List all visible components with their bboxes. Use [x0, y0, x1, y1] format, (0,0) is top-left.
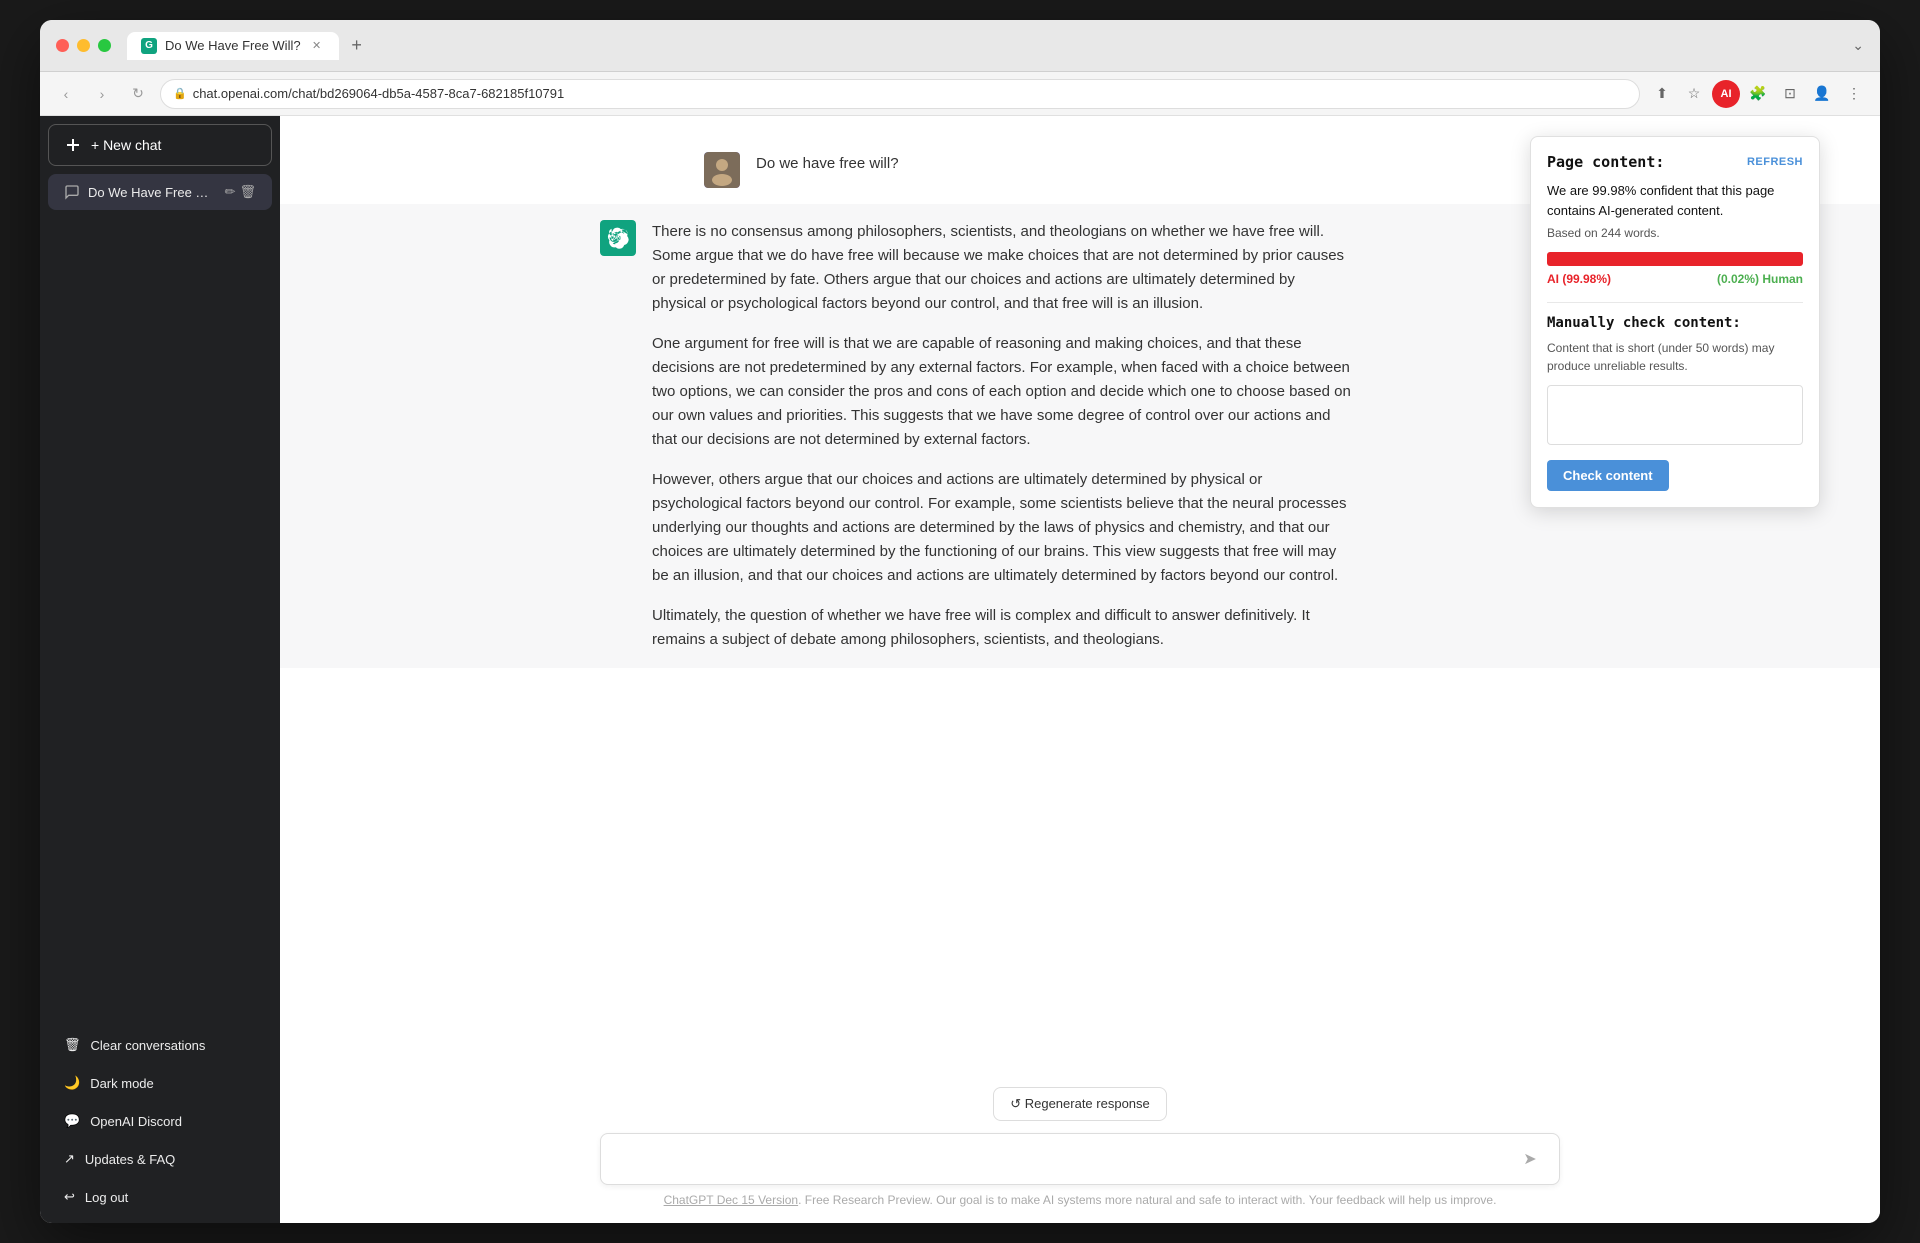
dark-mode-label: Dark mode: [90, 1076, 154, 1091]
chat-icon: [64, 184, 80, 200]
delete-icon[interactable]: 🗑: [239, 184, 256, 200]
manual-check-desc: Content that is short (under 50 words) m…: [1547, 339, 1803, 375]
discord-button[interactable]: 💬 OpenAI Discord: [48, 1103, 272, 1139]
forward-button[interactable]: ›: [88, 80, 116, 108]
chat-area: Do we have free will? There is no consen…: [280, 116, 1880, 1223]
url-text: chat.openai.com/chat/bd269064-db5a-4587-…: [193, 86, 565, 101]
new-chat-button[interactable]: + New chat: [48, 124, 272, 166]
addressbar: ‹ › ↻ 🔒 chat.openai.com/chat/bd269064-db…: [40, 72, 1880, 116]
chat-input[interactable]: [615, 1147, 1515, 1171]
manual-check-title: Manually check content:: [1547, 315, 1803, 331]
gpt-avatar: [600, 220, 636, 256]
share-icon[interactable]: ⬆: [1648, 80, 1676, 108]
clear-conversations-button[interactable]: 🗑 Clear conversations: [48, 1027, 272, 1063]
clear-conversations-label: Clear conversations: [91, 1038, 206, 1053]
logout-label: Log out: [85, 1190, 128, 1205]
reload-button[interactable]: ↻: [124, 80, 152, 108]
sidebar: + New chat Do We Have Free Will... ✏ 🗑 🗑…: [40, 116, 280, 1223]
traffic-lights: [56, 39, 111, 52]
discord-icon: 💬: [64, 1113, 80, 1129]
history-item-actions: ✏ 🗑: [225, 184, 256, 200]
user-avatar: [704, 152, 740, 188]
assistant-paragraph-4: Ultimately, the question of whether we h…: [652, 604, 1352, 652]
assistant-message-content: There is no consensus among philosophers…: [652, 220, 1352, 652]
popup-title: Page content:: [1547, 153, 1664, 171]
faq-button[interactable]: ↗ Updates & FAQ: [48, 1141, 272, 1177]
refresh-button[interactable]: REFRESH: [1747, 156, 1803, 168]
user-avatar-svg: [704, 152, 740, 188]
faq-label: Updates & FAQ: [85, 1152, 175, 1167]
input-area: ➤: [600, 1133, 1560, 1185]
content-check-popup: Page content: REFRESH We are 99.98% conf…: [1530, 136, 1820, 508]
trash-icon: 🗑: [64, 1037, 81, 1053]
new-chat-label: + New chat: [91, 137, 161, 153]
addressbar-actions: ⬆ ☆ AI 🧩 ⊡ 👤 ⋮: [1648, 80, 1868, 108]
openai-logo: [607, 227, 629, 249]
split-view-icon[interactable]: ⊡: [1776, 80, 1804, 108]
assistant-paragraph-3: However, others argue that our choices a…: [652, 468, 1352, 588]
footer-note: ChatGPT Dec 15 Version. Free Research Pr…: [600, 1193, 1560, 1207]
discord-label: OpenAI Discord: [90, 1114, 182, 1129]
content-area: + New chat Do We Have Free Will... ✏ 🗑 🗑…: [40, 116, 1880, 1223]
moon-icon: 🌙: [64, 1075, 80, 1091]
sidebar-bottom: 🗑 Clear conversations 🌙 Dark mode 💬 Open…: [48, 1027, 272, 1215]
back-button[interactable]: ‹: [52, 80, 80, 108]
profile-icon[interactable]: 👤: [1808, 80, 1836, 108]
bookmark-icon[interactable]: ☆: [1680, 80, 1708, 108]
send-button[interactable]: ➤: [1515, 1144, 1545, 1174]
check-content-button[interactable]: Check content: [1547, 460, 1669, 491]
dark-mode-button[interactable]: 🌙 Dark mode: [48, 1065, 272, 1101]
plus-icon: [65, 137, 81, 153]
tab-title: Do We Have Free Will?: [165, 38, 301, 53]
close-button[interactable]: [56, 39, 69, 52]
popup-wordcount-text: Based on 244 words.: [1547, 226, 1803, 240]
extensions-icon[interactable]: 🧩: [1744, 80, 1772, 108]
titlebar: G Do We Have Free Will? ✕ + ⌄: [40, 20, 1880, 72]
logout-button[interactable]: ↩ Log out: [48, 1179, 272, 1215]
logout-icon: ↩: [64, 1189, 75, 1205]
edit-icon[interactable]: ✏: [225, 184, 236, 200]
ai-label: AI (99.98%): [1547, 272, 1611, 286]
tab-favicon: G: [141, 38, 157, 54]
new-tab-button[interactable]: +: [343, 32, 371, 60]
human-label: (0.02%) Human: [1717, 272, 1803, 286]
history-item-label: Do We Have Free Will...: [88, 185, 217, 200]
manual-check-input[interactable]: [1547, 385, 1803, 445]
chatgpt-version-link[interactable]: ChatGPT Dec 15 Version: [664, 1193, 799, 1207]
browser-tab[interactable]: G Do We Have Free Will? ✕: [127, 32, 339, 60]
regenerate-button[interactable]: ↺ Regenerate response: [993, 1087, 1167, 1121]
maximize-button[interactable]: [98, 39, 111, 52]
menu-icon[interactable]: ⋮: [1840, 80, 1868, 108]
ai-bar: [1547, 252, 1803, 266]
popup-confidence-text: We are 99.98% confident that this page c…: [1547, 181, 1803, 220]
url-bar[interactable]: 🔒 chat.openai.com/chat/bd269064-db5a-458…: [160, 79, 1640, 109]
lock-icon: 🔒: [173, 87, 187, 100]
tab-close-icon[interactable]: ✕: [309, 38, 325, 54]
footer-note-text: . Free Research Preview. Our goal is to …: [798, 1193, 1496, 1207]
minimize-button[interactable]: [77, 39, 90, 52]
tab-dropdown-icon[interactable]: ⌄: [1852, 37, 1864, 54]
sidebar-history-item[interactable]: Do We Have Free Will... ✏ 🗑: [48, 174, 272, 210]
assistant-paragraph-2: One argument for free will is that we ar…: [652, 332, 1352, 452]
user-message-text: Do we have free will?: [756, 152, 1456, 176]
confidence-bar: [1547, 252, 1803, 266]
chat-footer: ↺ Regenerate response ➤ ChatGPT Dec 15 V…: [280, 1071, 1880, 1223]
assistant-paragraph-1: There is no consensus among philosophers…: [652, 220, 1352, 316]
confidence-labels: AI (99.98%) (0.02%) Human: [1547, 272, 1803, 286]
ai-detector-icon[interactable]: AI: [1712, 80, 1740, 108]
popup-header: Page content: REFRESH: [1547, 153, 1803, 171]
divider: [1547, 302, 1803, 303]
external-link-icon: ↗: [64, 1151, 75, 1167]
